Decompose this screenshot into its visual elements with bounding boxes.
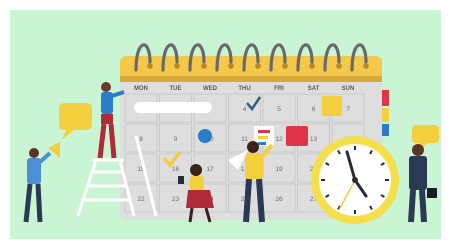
calendar-day-number: 6 bbox=[312, 106, 316, 113]
planning-calendar-illustration: MONTUEWEDTHUFRISATSUN 123456789101112131… bbox=[23, 43, 439, 224]
binding-hole bbox=[282, 63, 288, 69]
calendar-day-number: 17 bbox=[206, 166, 214, 173]
calendar-day-number: 8 bbox=[139, 136, 143, 143]
calendar-day-number: 13 bbox=[310, 136, 318, 143]
binding-hole bbox=[174, 63, 180, 69]
weekday-label-mon: MON bbox=[134, 86, 148, 92]
briefcase-icon bbox=[427, 188, 437, 198]
person-with-megaphone bbox=[23, 142, 60, 223]
binding-hole bbox=[255, 63, 261, 69]
highlight-circle bbox=[198, 129, 212, 143]
binding-hole bbox=[336, 63, 342, 69]
calendar-day-number: 23 bbox=[172, 196, 180, 203]
calendar-day-number: 4 bbox=[243, 106, 247, 113]
calendar-day-number: 26 bbox=[275, 196, 283, 203]
calendar-day-number: 5 bbox=[277, 106, 281, 113]
weekday-label-thu: THU bbox=[238, 86, 250, 92]
binding-hole bbox=[147, 63, 153, 69]
binding-hole bbox=[363, 63, 369, 69]
weekday-label-wed: WED bbox=[203, 86, 218, 92]
calendar-day-number: 16 bbox=[172, 166, 180, 173]
weekday-label-tue: TUE bbox=[170, 86, 182, 92]
speech-bubble-icon bbox=[59, 103, 92, 140]
calendar-day-number: 11 bbox=[241, 136, 248, 143]
binding-hole bbox=[201, 63, 207, 69]
calendar-day-number: 9 bbox=[174, 136, 178, 143]
calendar-day-number: 19 bbox=[275, 166, 283, 173]
calendar-day-number: 12 bbox=[275, 136, 283, 143]
calendar-day-number: 7 bbox=[346, 106, 350, 113]
businessman bbox=[408, 144, 437, 223]
weekday-label-sat: SAT bbox=[308, 86, 320, 92]
highlight-cell bbox=[286, 126, 308, 146]
calendar-day-number: 22 bbox=[137, 196, 145, 203]
highlight-cell bbox=[322, 96, 342, 116]
weekday-label-sun: SUN bbox=[342, 86, 355, 92]
illustration-frame: MONTUEWEDTHUFRISATSUN 123456789101112131… bbox=[0, 0, 451, 249]
date-range-bar bbox=[134, 102, 212, 113]
binding-hole bbox=[309, 63, 315, 69]
weekday-label-fri: FRI bbox=[274, 86, 284, 92]
clock-icon bbox=[311, 136, 399, 224]
binding-hole bbox=[228, 63, 234, 69]
